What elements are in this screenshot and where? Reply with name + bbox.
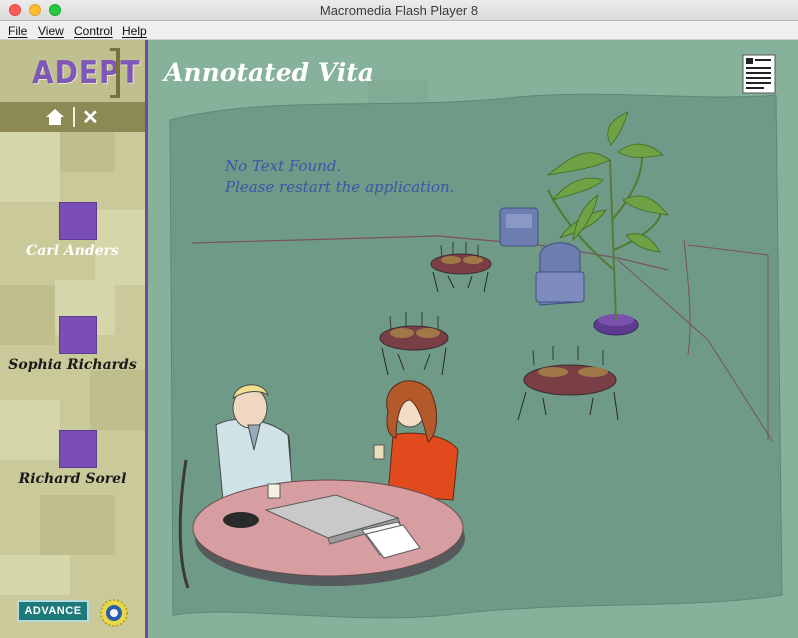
menu-file[interactable]: File — [8, 24, 27, 38]
sidebar-tile — [60, 132, 115, 172]
main-stage: Annotated Vita No Text Found. Please res… — [148, 40, 798, 638]
notice-line-1: No Text Found. — [225, 157, 342, 175]
sidebar-tile — [0, 285, 55, 345]
sidebar-tile — [90, 370, 145, 430]
sidebar-tile — [0, 132, 60, 202]
adept-logo: ADEPT — [32, 54, 141, 91]
window-titlebar: Macromedia Flash Player 8 — [0, 0, 798, 21]
sidebar: ADEPT ✕ Carl Anders Sophia Richards Rich… — [0, 40, 147, 638]
person-button-carl-anders[interactable] — [59, 202, 97, 240]
page-title: Annotated Vita — [164, 58, 375, 87]
home-icon[interactable] — [45, 108, 65, 126]
notice-line-2: Please restart the application. — [225, 178, 455, 196]
person-button-richard-sorel[interactable] — [59, 430, 97, 468]
sidebar-tile — [0, 400, 60, 460]
person-name-sophia-richards[interactable]: Sophia Richards — [0, 357, 145, 373]
document-icon[interactable] — [742, 54, 776, 94]
person-button-sophia-richards[interactable] — [59, 316, 97, 354]
armchair-front — [535, 242, 585, 306]
menu-view[interactable]: View — [38, 24, 64, 38]
logo-bracket — [110, 48, 120, 98]
sidebar-tile — [0, 555, 70, 595]
advance-logo: ADVANCE — [17, 600, 89, 622]
menu-bar: File View Control Help — [0, 21, 798, 40]
armchair-back — [499, 207, 539, 247]
person-name-richard-sorel[interactable]: Richard Sorel — [0, 471, 145, 487]
nav-divider — [73, 107, 75, 127]
sidebar-tile — [40, 495, 115, 555]
window-title: Macromedia Flash Player 8 — [319, 3, 479, 18]
seal-icon — [100, 599, 128, 627]
notice-message: No Text Found. Please restart the applic… — [225, 156, 454, 198]
menu-control[interactable]: Control — [74, 24, 113, 38]
office-scene-illustration — [148, 40, 798, 638]
logo-area: ADEPT — [0, 40, 145, 102]
nav-bar: ✕ — [0, 102, 145, 132]
close-icon[interactable]: ✕ — [82, 105, 99, 130]
person-name-carl-anders[interactable]: Carl Anders — [0, 243, 145, 259]
menu-help[interactable]: Help — [122, 24, 147, 38]
flash-stage: ADEPT ✕ Carl Anders Sophia Richards Rich… — [0, 40, 798, 638]
